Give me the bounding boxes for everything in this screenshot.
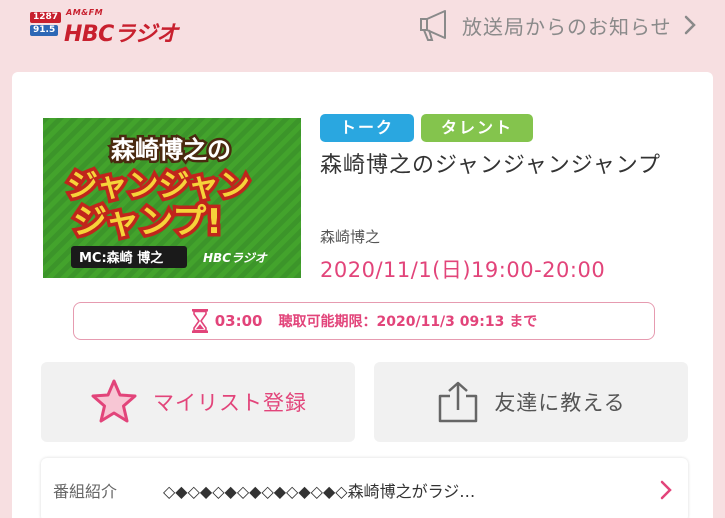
program-intro-row[interactable]: 番組紹介 ◇◆◇◆◇◆◇◆◇◆◇◆◇◆◇森崎博之がラジ… (41, 458, 688, 518)
tag-talent[interactable]: タレント (421, 114, 534, 142)
star-icon (91, 379, 137, 423)
thumb-line2: ジャンプ! (73, 202, 222, 242)
program-title: 森崎博之のジャンジャンジャンプ (320, 153, 662, 178)
thumb-top-text: 森崎博之の (111, 136, 231, 164)
megaphone-icon (420, 10, 446, 41)
app-header: 1287 91.5 AM&FM HBCラジオ 放送局からのお知らせ (0, 0, 725, 52)
chevron-right-icon (660, 480, 672, 500)
hourglass-icon (191, 309, 208, 333)
listening-deadline-bar: 03:00 聴取可能期限：2020/11/3 09:13 まで (73, 302, 655, 340)
program-card: 森崎博之の ジャンジャン ジャンプ! MC:森崎 博之 HBCラジオ トーク タ… (12, 72, 713, 518)
am-frequency: 1287 (30, 12, 62, 23)
share-button[interactable]: 友達に教える (374, 362, 688, 442)
intro-text: ◇◆◇◆◇◆◇◆◇◆◇◆◇◆◇森崎博之がラジ… (163, 482, 476, 501)
program-airtime: 2020/11/1(日)19:00-20:00 (320, 258, 606, 282)
program-tags: トーク タレント (320, 114, 534, 142)
add-mylist-button[interactable]: マイリスト登録 (41, 362, 355, 442)
thumb-brand: HBCラジオ (203, 251, 268, 265)
station-notice-link[interactable]: 放送局からのお知らせ (418, 8, 718, 42)
intro-label: 番組紹介 (53, 482, 118, 501)
logo-text: HBCラジオ (64, 22, 178, 47)
tag-talk[interactable]: トーク (320, 114, 415, 142)
hbc-radio-logo[interactable]: 1287 91.5 AM&FM HBCラジオ (26, 8, 186, 47)
share-label: 友達に教える (494, 391, 626, 415)
remaining-time: 03:00 (214, 312, 263, 330)
thumb-line1: ジャンジャン (67, 168, 250, 204)
fm-frequency: 91.5 (30, 25, 59, 36)
chevron-right-icon (684, 15, 696, 35)
deadline-text: 聴取可能期限：2020/11/3 09:13 まで (278, 314, 538, 330)
notice-label: 放送局からのお知らせ (462, 14, 672, 39)
share-icon (439, 381, 478, 423)
thumb-mc: MC:森崎 博之 (79, 250, 163, 266)
frequency-badge: 1287 91.5 (26, 10, 62, 40)
mylist-label: マイリスト登録 (153, 391, 307, 415)
program-host: 森崎博之 (320, 228, 381, 246)
program-thumbnail: 森崎博之の ジャンジャン ジャンプ! MC:森崎 博之 HBCラジオ (43, 118, 301, 278)
